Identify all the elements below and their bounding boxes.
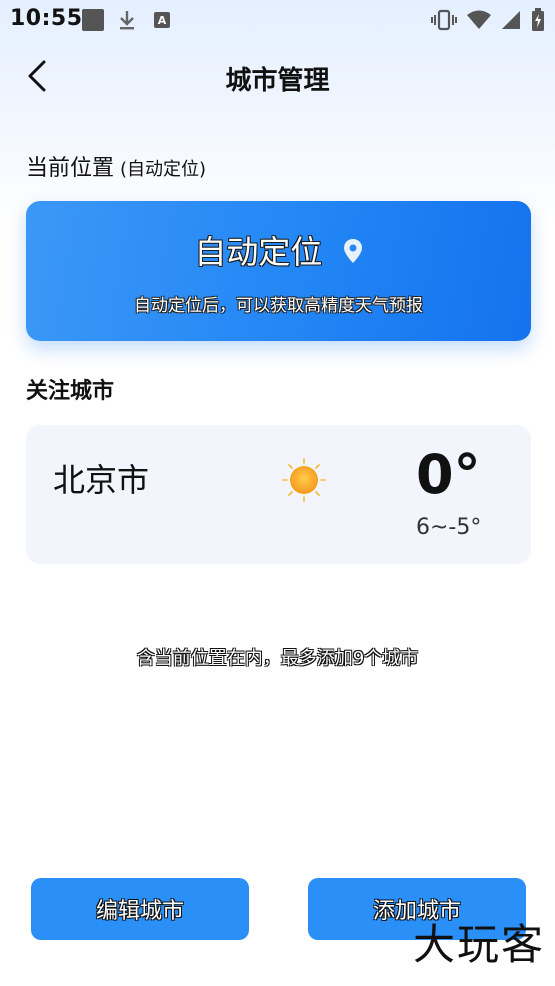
status-right-icons	[431, 8, 545, 32]
a-notification-icon: A	[154, 12, 170, 28]
battery-charging-icon	[532, 8, 544, 31]
city-card[interactable]: 北京市 0° 6~-5°	[26, 425, 531, 564]
vibrate-icon	[431, 9, 457, 31]
current-location-heading: 当前位置 (自动定位)	[26, 150, 206, 182]
edit-cities-button[interactable]: 编辑城市	[31, 878, 249, 940]
current-temperature: 0°	[416, 443, 481, 506]
city-limit-note: 含当前位置在内，最多添加9个城市	[136, 648, 419, 669]
page-title: 城市管理	[225, 66, 330, 96]
signal-icon	[502, 11, 520, 29]
auto-locate-card[interactable]: 自动定位 自动定位后，可以获取高精度天气预报	[26, 201, 531, 341]
sun-icon	[282, 458, 326, 502]
followed-cities-heading: 关注城市	[26, 379, 115, 404]
current-location-label: 当前位置	[26, 156, 115, 181]
auto-locate-title: 自动定位	[194, 233, 323, 271]
auto-locate-title-row: 自动定位	[26, 227, 531, 273]
status-time: 10:55	[10, 6, 83, 31]
status-bar: 10:55 A	[0, 0, 555, 42]
location-pin-icon	[343, 239, 362, 263]
header: 城市管理	[0, 50, 555, 102]
app-square-icon	[82, 9, 104, 31]
city-name: 北京市	[53, 461, 150, 499]
watermark-logo: 大玩客	[412, 920, 545, 969]
status-left-icons: A	[82, 9, 170, 31]
auto-locate-description: 自动定位后，可以获取高精度天气预报	[134, 296, 423, 316]
download-icon	[120, 11, 134, 30]
temperature-range: 6~-5°	[416, 515, 482, 540]
current-location-sublabel: (自动定位)	[120, 159, 207, 180]
wifi-icon	[467, 10, 491, 29]
